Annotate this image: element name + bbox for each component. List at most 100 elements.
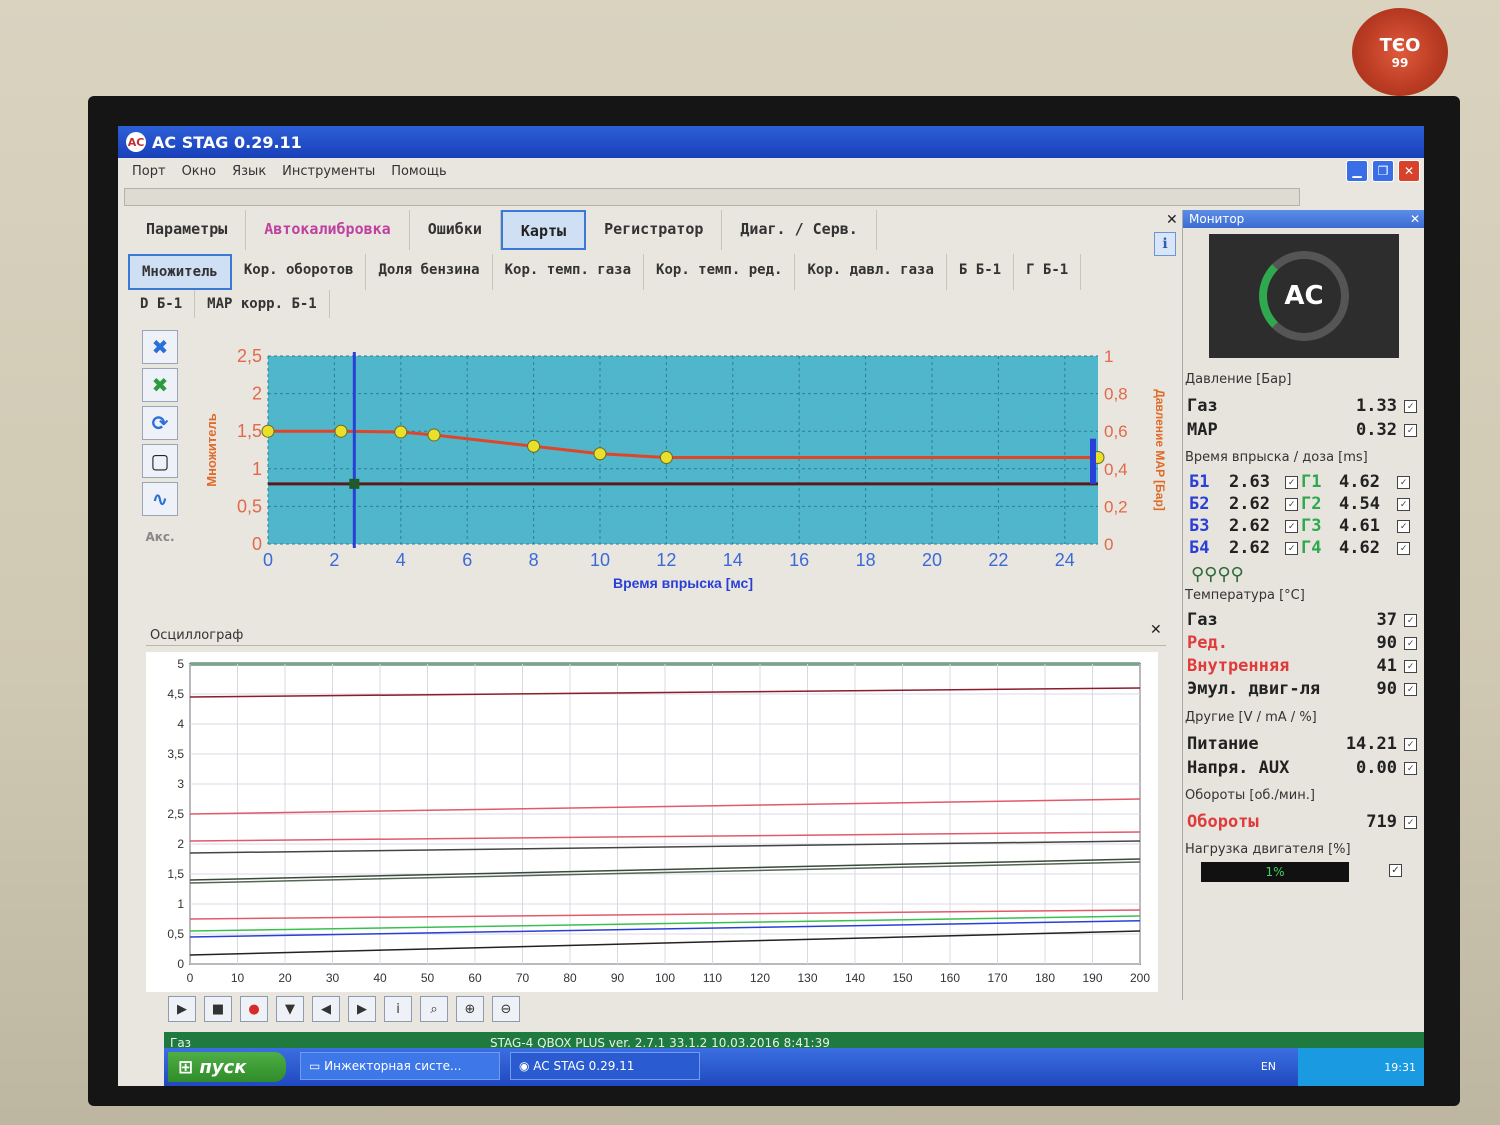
y-tick-label: 0 [177,957,184,971]
supply-checkbox[interactable]: ✓ [1404,738,1417,751]
tab-g-b1[interactable]: Г Б-1 [1014,254,1082,290]
tab-autocalibration[interactable]: Автокалибровка [246,210,410,250]
curve-point[interactable] [427,428,441,442]
tab-b-b1[interactable]: Б Б-1 [947,254,1015,290]
tab-errors[interactable]: Ошибки [410,210,501,250]
app-icon: ◉ [519,1059,534,1073]
info-icon[interactable]: i [384,996,412,1022]
y-tick-label: 1,5 [167,867,184,881]
gas-injector-checkbox[interactable]: ✓ [1397,542,1410,555]
load-checkbox[interactable]: ✓ [1389,864,1402,877]
curve-point[interactable] [527,439,541,453]
next-icon[interactable]: ▶ [348,996,376,1022]
temperature-row: Эмул. двиг-ля 90 ✓ [1187,679,1421,701]
zoom-out-icon[interactable]: ⊖ [492,996,520,1022]
tab-gas-temp-corr[interactable]: Кор. темп. газа [493,254,645,290]
temperature-checkbox[interactable]: ✓ [1404,614,1417,627]
temperature-header: Температура [°C] [1185,588,1305,603]
prev-icon[interactable]: ◀ [312,996,340,1022]
curve-point[interactable] [659,451,673,465]
select-area-icon[interactable]: ▢ [142,444,178,478]
minimize-button[interactable]: ▁ [1346,160,1368,182]
x-tick-label: 200 [1130,971,1150,985]
play-icon[interactable]: ▶ [168,996,196,1022]
tab-gas-pressure-corr[interactable]: Кор. давл. газа [795,254,947,290]
tab-d-b1[interactable]: D Б-1 [128,290,196,318]
refresh-icon[interactable]: ⟳ [142,406,178,440]
gas-injector-checkbox[interactable]: ✓ [1397,476,1410,489]
multiplier-chart[interactable]: 0 2 4 6 8 10 12 14 16 18 20 22 2400,511,522,500,20,4… [188,338,1178,608]
curve-point[interactable] [261,424,275,438]
curve-point[interactable] [394,425,408,439]
load-header: Нагрузка двигателя [%] [1185,842,1351,857]
other-header: Другие [V / mA / %] [1185,710,1317,725]
temperature-checkbox[interactable]: ✓ [1404,637,1417,650]
pressure-gas-checkbox[interactable]: ✓ [1404,400,1417,413]
tab-rpm-corr[interactable]: Кор. оборотов [232,254,367,290]
tab-map-corr-b1[interactable]: MAP корр. Б-1 [195,290,330,318]
gas-injector-checkbox[interactable]: ✓ [1397,498,1410,511]
tab-reducer-temp-corr[interactable]: Кор. темп. ред. [644,254,796,290]
start-button[interactable]: ⊞ пуск [168,1052,286,1082]
tab-maps[interactable]: Карты [500,210,587,250]
x-tick-label: 6 [462,550,472,570]
petrol-injector-checkbox[interactable]: ✓ [1285,542,1298,555]
pressure-map-checkbox[interactable]: ✓ [1404,424,1417,437]
akc-button[interactable]: Акс. [142,520,178,554]
x-tick-label: 190 [1082,971,1102,985]
curve-tool-icon[interactable]: ∿ [142,482,178,516]
tab-diag-service[interactable]: Диаг. / Серв. [722,210,877,250]
pressure-header: Давление [Бар] [1185,372,1292,387]
y-tick-label: 2,5 [167,807,184,821]
help-icon[interactable]: ℹ [1154,232,1176,256]
petrol-injector-checkbox[interactable]: ✓ [1285,520,1298,533]
y2-tick-label: 1 [1104,347,1113,366]
close-button[interactable]: ✕ [1398,160,1420,182]
pressure-map-row: MAP 0.32 ✓ [1187,420,1421,442]
temperature-checkbox[interactable]: ✓ [1404,683,1417,696]
maximize-button[interactable]: ❐ [1372,160,1394,182]
x-tick-label: 2 [329,550,339,570]
tab-recorder[interactable]: Регистратор [586,210,723,250]
close-oscilloscope-icon[interactable]: ✕ [1150,622,1162,638]
taskbar: ⊞ пуск ▭ Инжекторная систе... ◉ AC STAG … [164,1048,1424,1086]
gas-injector-checkbox[interactable]: ✓ [1397,520,1410,533]
temperature-label: Газ [1187,610,1218,630]
tab-multiplier[interactable]: Множитель [128,254,232,290]
sub-tabs-2: D Б-1 MAP корр. Б-1 [128,290,330,318]
gas-injector-value: 4.54 [1339,494,1380,514]
menu-help[interactable]: Помощь [383,162,454,186]
taskbar-item-injector[interactable]: ▭ Инжекторная систе... [300,1052,500,1080]
taskbar-item-acstag[interactable]: ◉ AC STAG 0.29.11 [510,1052,700,1080]
tab-petrol-share[interactable]: Доля бензина [366,254,493,290]
menu-port[interactable]: Порт [124,162,174,186]
aux-row: Напря. AUX 0.00 ✓ [1187,758,1421,780]
curve-point[interactable] [593,447,607,461]
menu-language[interactable]: Язык [224,162,274,186]
menu-window[interactable]: Окно [174,162,225,186]
menu-tools[interactable]: Инструменты [274,162,383,186]
clear-map-icon[interactable]: ✖ [142,368,178,402]
engine-load-bar: 1% [1201,862,1349,882]
monitor-close-icon[interactable]: ✕ [1410,212,1420,226]
y-tick-label: 3 [177,777,184,791]
record-icon[interactable]: ● [240,996,268,1022]
aux-checkbox[interactable]: ✓ [1404,762,1417,775]
zoom-in-icon[interactable]: ⊕ [456,996,484,1022]
gas-injector-value: 4.62 [1339,538,1380,558]
dropdown-icon[interactable]: ▼ [276,996,304,1022]
stop-icon[interactable]: ■ [204,996,232,1022]
reset-map-icon[interactable]: ✖ [142,330,178,364]
language-indicator[interactable]: EN [1261,1060,1276,1073]
petrol-injector-checkbox[interactable]: ✓ [1285,476,1298,489]
temperature-row: Газ 37 ✓ [1187,610,1421,632]
y-tick-label: 1 [252,459,262,479]
petrol-injector-checkbox[interactable]: ✓ [1285,498,1298,511]
temperature-checkbox[interactable]: ✓ [1404,660,1417,673]
tab-parameters[interactable]: Параметры [128,210,247,250]
zoom-icon[interactable]: ⌕ [420,996,448,1022]
rpm-checkbox[interactable]: ✓ [1404,816,1417,829]
engine-load-value: 1% [1265,865,1285,879]
close-maps-icon[interactable]: ✕ [1166,212,1178,228]
curve-point[interactable] [334,424,348,438]
